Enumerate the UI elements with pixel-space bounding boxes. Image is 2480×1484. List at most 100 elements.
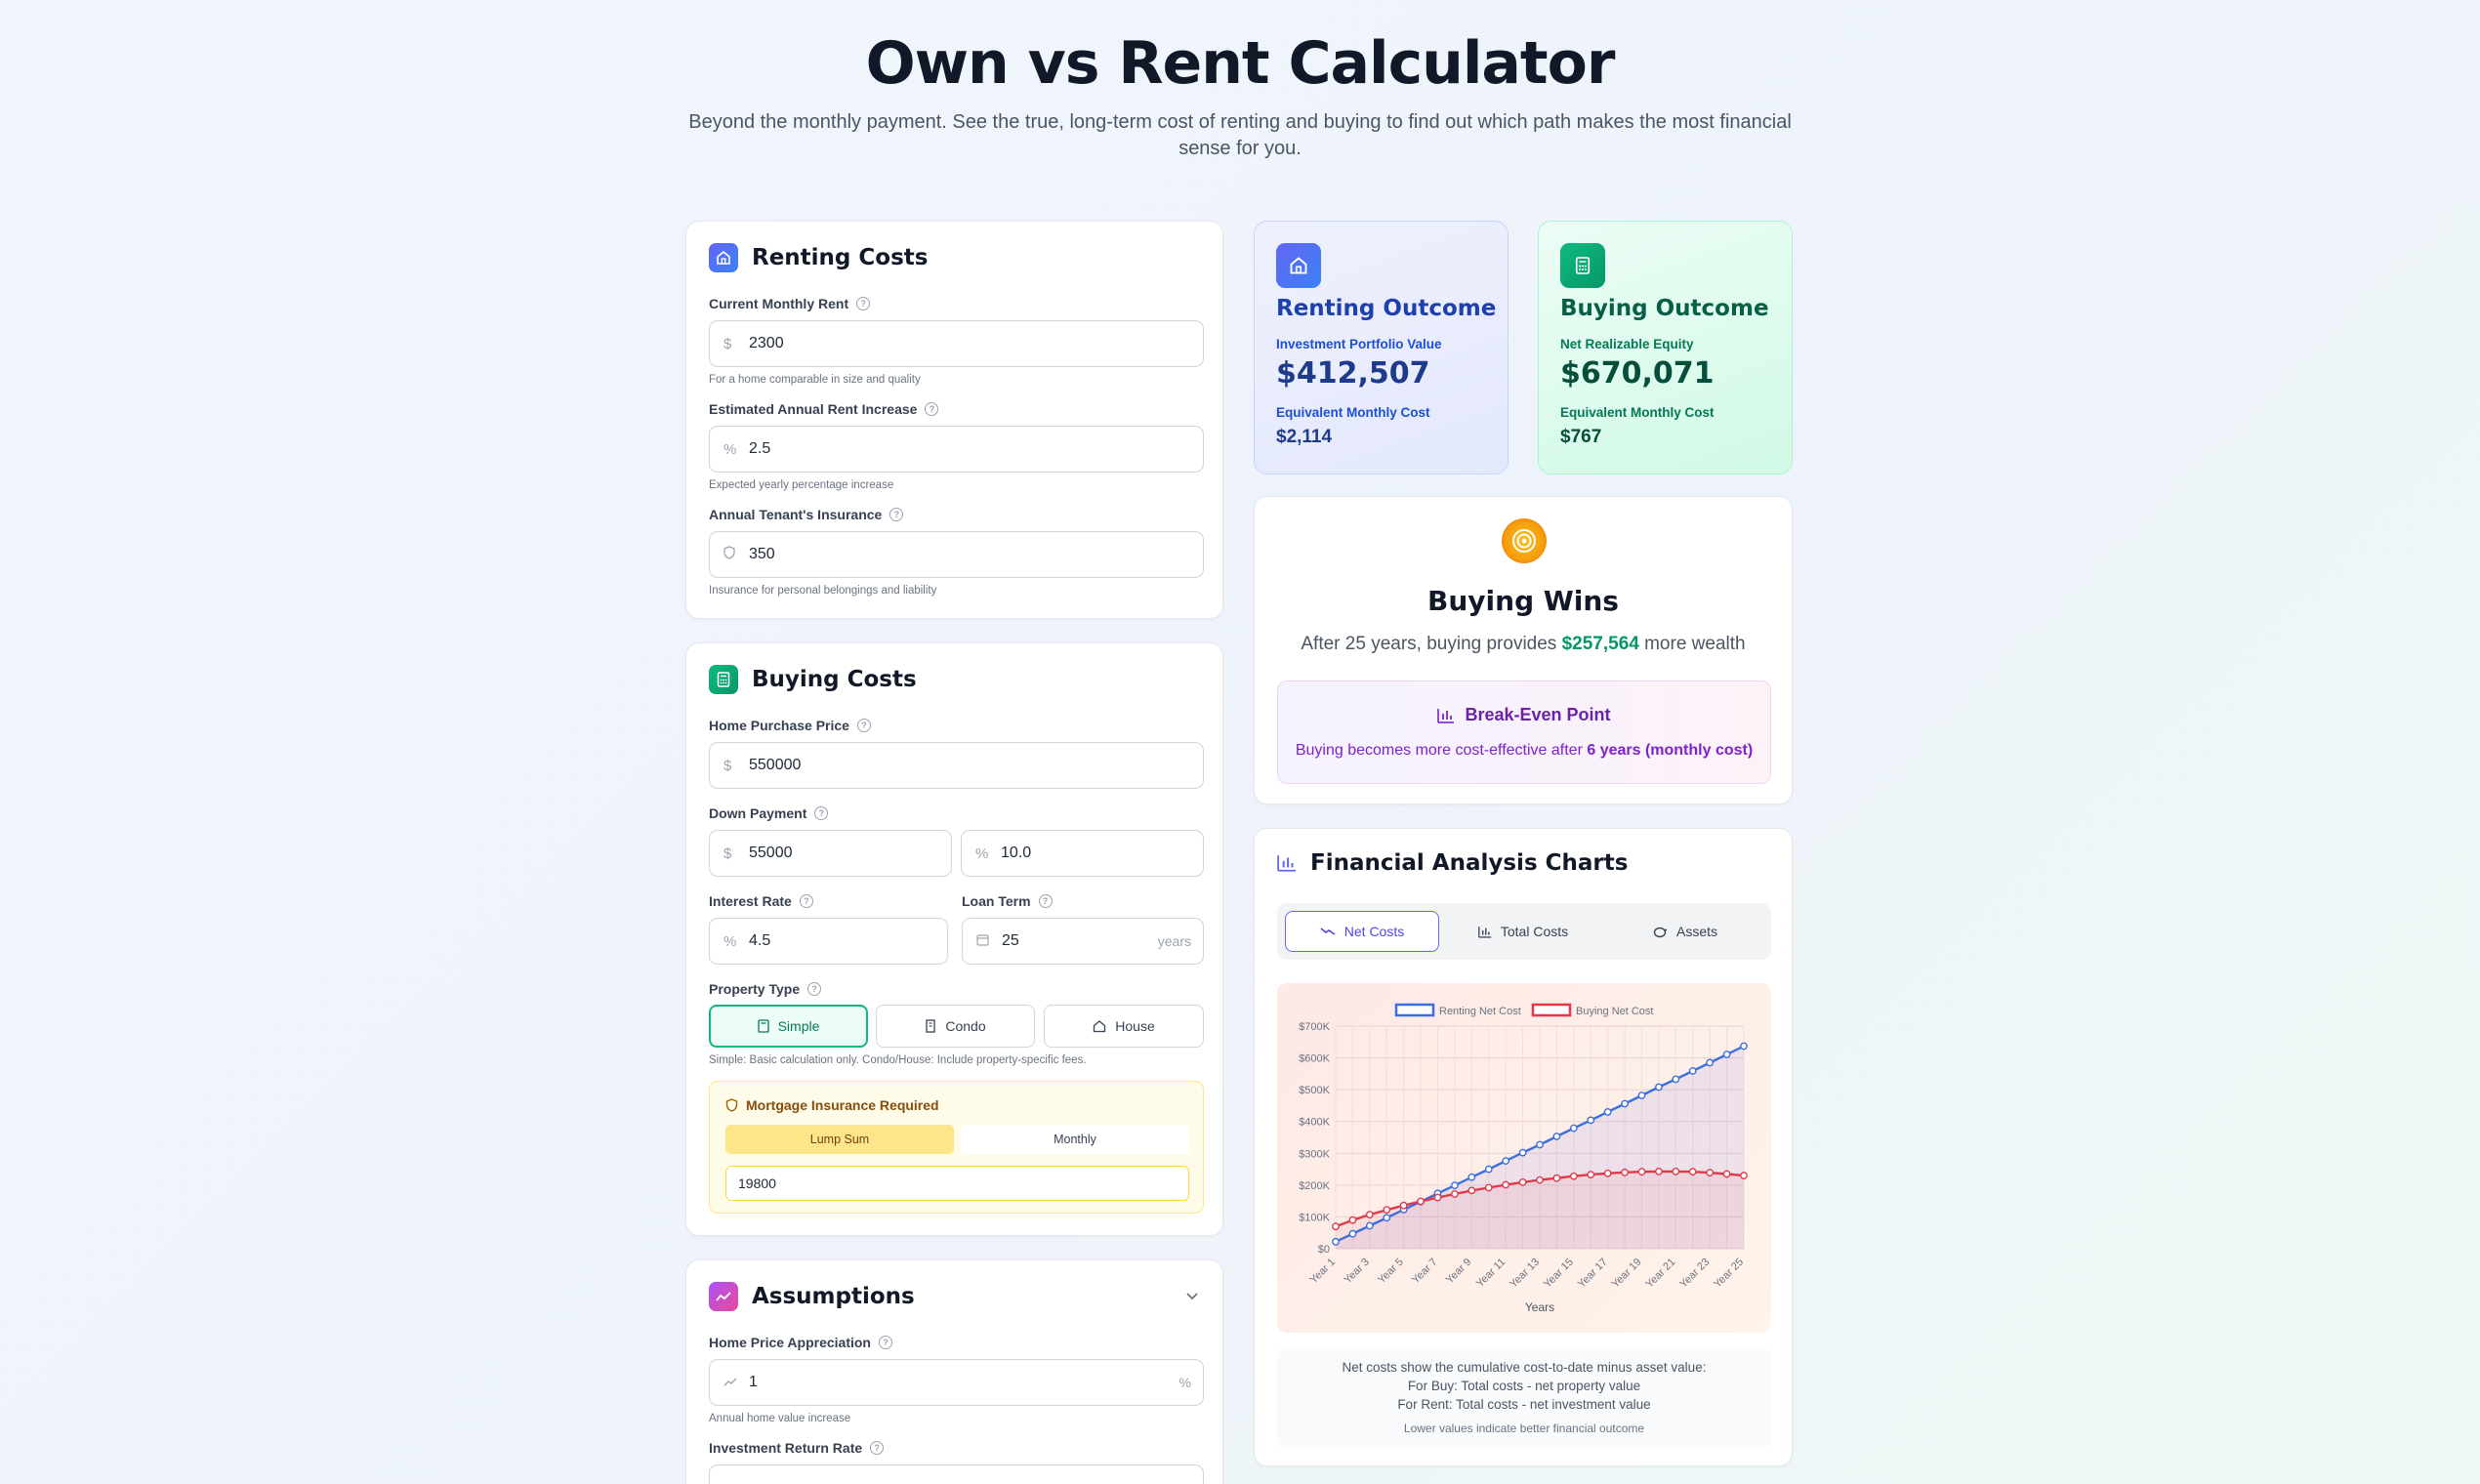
property-type-condo[interactable]: Condo (876, 1005, 1035, 1048)
help-icon[interactable]: ? (870, 1441, 885, 1455)
data-point (1332, 1222, 1340, 1231)
rent-increase-input[interactable]: % 2.5 (709, 426, 1204, 473)
chart-note-line: For Buy: Total costs - net property valu… (1407, 1379, 1641, 1393)
loan-term-label: Loan Term ? (962, 893, 1053, 909)
tab-assets-label: Assets (1675, 924, 1717, 939)
data-point (1383, 1206, 1391, 1215)
purchase-price-label-text: Home Purchase Price (709, 718, 849, 733)
piggy-bank-icon (1653, 927, 1668, 937)
help-icon[interactable]: ? (1038, 894, 1053, 908)
mortgage-lump-sum-button[interactable]: Lump Sum (725, 1125, 954, 1154)
data-point (1365, 1221, 1374, 1230)
chevron-down-icon[interactable] (1185, 1288, 1199, 1305)
tab-total-costs[interactable]: Total Costs (1445, 911, 1601, 952)
y-tick-label: $200K (1299, 1180, 1330, 1192)
legend-swatch (1531, 1003, 1572, 1017)
data-point (1672, 1167, 1680, 1175)
trend-icon (709, 1282, 738, 1311)
x-tick-label: Year 7 (1410, 1257, 1440, 1287)
help-icon[interactable]: ? (814, 806, 829, 820)
data-point (1451, 1181, 1459, 1190)
loan-term-input[interactable]: 25 years (962, 918, 1204, 965)
data-point (1672, 1075, 1680, 1084)
data-point (1467, 1173, 1476, 1181)
chart-tabs: Net Costs Total Costs Assets (1277, 903, 1771, 960)
property-type-house[interactable]: House (1044, 1005, 1204, 1048)
x-tick-label: Year 5 (1376, 1257, 1406, 1287)
help-icon[interactable]: ? (925, 402, 939, 416)
monthly-rent-helper: For a home comparable in size and qualit… (709, 374, 921, 386)
data-point (1740, 1172, 1748, 1179)
calculator-icon (757, 1019, 769, 1033)
purchase-price-input[interactable]: $ 550000 (709, 742, 1204, 789)
data-point (1621, 1099, 1629, 1108)
investment-return-label: Investment Return Rate ? (709, 1440, 885, 1456)
y-tick-label: $700K (1299, 1021, 1330, 1033)
x-tick-label: Year 13 (1508, 1257, 1542, 1291)
data-point (1433, 1193, 1442, 1202)
chart-note-line: Net costs show the cumulative cost-to-da… (1342, 1360, 1707, 1375)
assumptions-card: Assumptions Home Price Appreciation ? 1 … (685, 1259, 1223, 1484)
help-icon[interactable]: ? (856, 297, 871, 310)
percent-icon: % (723, 932, 737, 950)
x-tick-label: Year 17 (1576, 1257, 1610, 1291)
loan-term-label-text: Loan Term (962, 893, 1031, 909)
mortgage-insurance-value: 19800 (738, 1175, 776, 1191)
investment-return-input[interactable] (709, 1464, 1204, 1484)
page-title: Own vs Rent Calculator (865, 29, 1616, 98)
data-point (1332, 1237, 1340, 1246)
break-even-header: Break-Even Point (1278, 705, 1770, 725)
renting-monthly-value: $2,114 (1276, 427, 1333, 447)
mortgage-insurance-input[interactable]: 19800 (725, 1166, 1189, 1201)
calculator-icon (709, 665, 738, 694)
data-point (1467, 1186, 1476, 1195)
down-payment-amount-input[interactable]: $ 55000 (709, 830, 952, 877)
chart-note-line: For Rent: Total costs - net investment v… (1397, 1397, 1651, 1412)
help-icon[interactable]: ? (807, 982, 822, 996)
assumptions-title: Assumptions (752, 1284, 915, 1309)
data-point (1484, 1165, 1493, 1174)
verdict-card: Buying Wins After 25 years, buying provi… (1254, 496, 1793, 804)
monthly-rent-label-text: Current Monthly Rent (709, 296, 849, 311)
monthly-rent-input[interactable]: $ 2300 (709, 320, 1204, 367)
verdict-text-after: more wealth (1638, 634, 1746, 654)
help-icon[interactable]: ? (856, 719, 871, 732)
portfolio-value: $412,507 (1276, 356, 1430, 391)
tenant-insurance-helper: Insurance for personal belongings and li… (709, 585, 937, 597)
data-point (1603, 1169, 1612, 1177)
help-icon[interactable]: ? (799, 894, 813, 908)
buying-costs-card: Buying Costs Home Purchase Price ? $ 550… (685, 642, 1223, 1236)
dollar-icon: $ (723, 335, 732, 352)
data-point (1518, 1148, 1527, 1157)
help-icon[interactable]: ? (889, 508, 904, 521)
mortgage-monthly-button[interactable]: Monthly (961, 1125, 1189, 1154)
bar-chart-icon (1478, 926, 1492, 938)
renting-outcome-card: Renting Outcome Investment Portfolio Val… (1254, 221, 1509, 474)
buying-costs-title: Buying Costs (752, 667, 917, 692)
down-payment-amount-value: 55000 (749, 845, 793, 861)
tenant-insurance-input[interactable]: 350 (709, 531, 1204, 578)
buying-outcome-title: Buying Outcome (1560, 296, 1769, 321)
data-point (1569, 1124, 1578, 1133)
down-payment-percent-input[interactable]: % 10.0 (961, 830, 1204, 877)
percent-icon: % (723, 440, 737, 458)
data-point (1688, 1067, 1697, 1075)
appreciation-label: Home Price Appreciation ? (709, 1335, 892, 1350)
down-payment-percent-value: 10.0 (1001, 845, 1032, 861)
appreciation-input[interactable]: 1 % (709, 1359, 1204, 1406)
tab-assets[interactable]: Assets (1607, 911, 1763, 952)
target-icon (1502, 518, 1547, 563)
y-tick-label: $300K (1299, 1148, 1330, 1160)
interest-rate-input[interactable]: % 4.5 (709, 918, 948, 965)
tab-net-costs[interactable]: Net Costs (1285, 911, 1439, 952)
monthly-rent-value: 2300 (749, 335, 784, 351)
purchase-price-label: Home Purchase Price ? (709, 718, 871, 733)
property-type-simple[interactable]: Simple (709, 1005, 868, 1048)
data-point (1383, 1214, 1391, 1222)
portfolio-value-label: Investment Portfolio Value (1276, 337, 1442, 351)
verdict-title: Buying Wins (1427, 585, 1619, 617)
legend-swatch (1394, 1003, 1435, 1017)
data-point (1399, 1201, 1408, 1210)
buying-outcome-card: Buying Outcome Net Realizable Equity $67… (1538, 221, 1793, 474)
help-icon[interactable]: ? (878, 1336, 892, 1349)
